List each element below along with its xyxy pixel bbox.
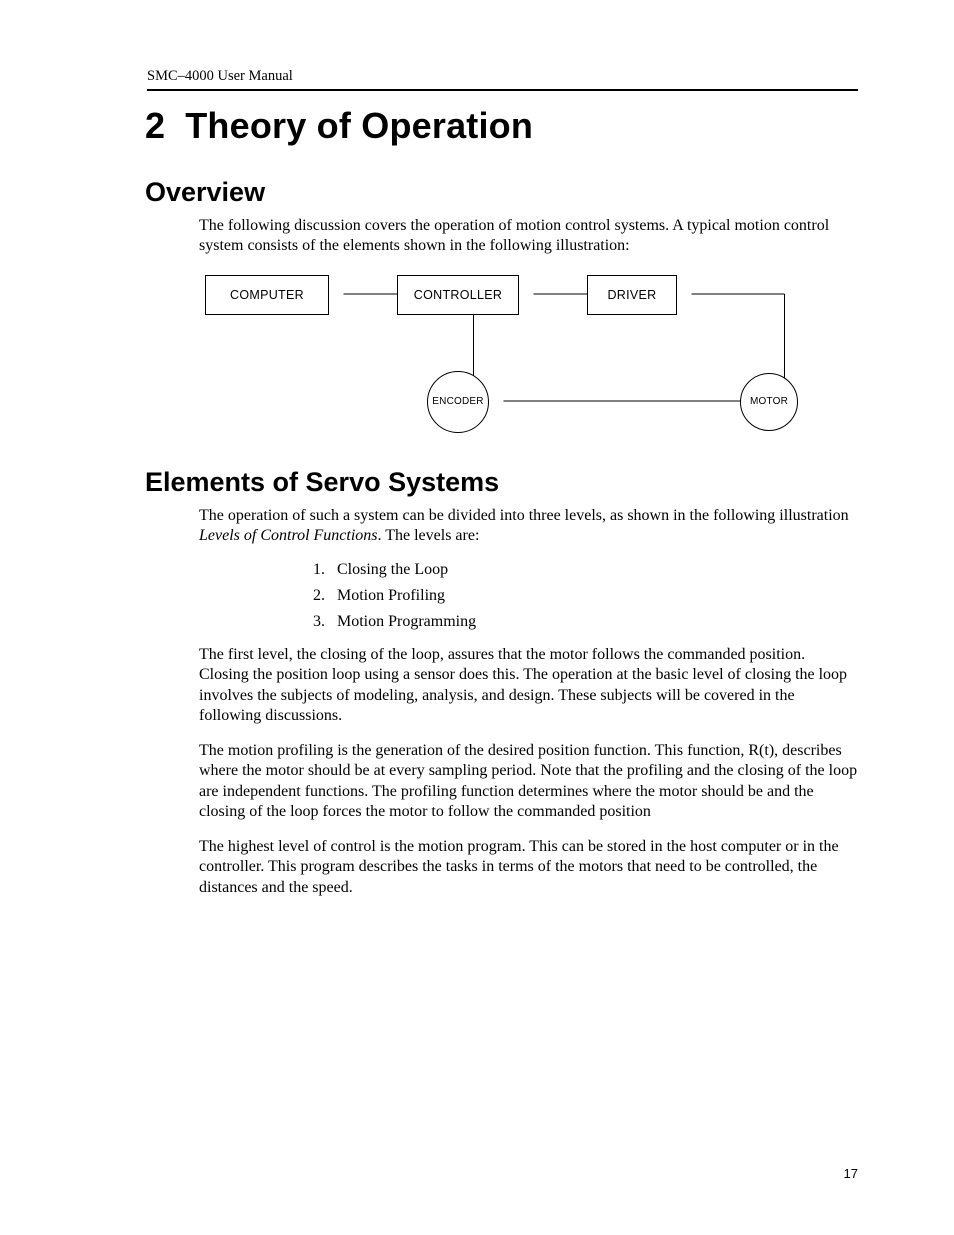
list-item: 2. Motion Profiling <box>313 587 858 605</box>
levels-list: 1. Closing the Loop 2. Motion Profiling … <box>313 561 858 631</box>
levels-item-2: Motion Profiling <box>337 587 445 604</box>
levels-item-1: Closing the Loop <box>337 561 448 578</box>
servo-para-1b: Levels of Control Functions <box>199 527 378 544</box>
list-item: 3. Motion Programming <box>313 613 858 631</box>
diagram-box-computer: COMPUTER <box>205 275 329 315</box>
servo-para-1a: The operation of such a system can be di… <box>199 507 849 524</box>
diagram-box-driver: DRIVER <box>587 275 677 315</box>
page-number: 17 <box>844 1166 858 1181</box>
servo-para-3: The motion profiling is the generation o… <box>199 741 858 823</box>
servo-body: The operation of such a system can be di… <box>199 506 858 898</box>
diagram-circle-motor: MOTOR <box>740 373 798 431</box>
section-servo-heading: Elements of Servo Systems <box>145 467 858 498</box>
chapter-title: 2 Theory of Operation <box>145 105 858 147</box>
list-item: 1. Closing the Loop <box>313 561 858 579</box>
servo-para-1: The operation of such a system can be di… <box>199 506 858 547</box>
section-overview-heading: Overview <box>145 177 858 208</box>
block-diagram: COMPUTER CONTROLLER DRIVER ENCODER MOTOR <box>205 271 858 441</box>
overview-para-1: The following discussion covers the oper… <box>199 216 858 257</box>
chapter-number: 2 <box>145 105 165 147</box>
levels-item-3: Motion Programming <box>337 613 476 630</box>
diagram-circle-encoder: ENCODER <box>427 371 489 433</box>
overview-body: The following discussion covers the oper… <box>199 216 858 441</box>
diagram-box-controller: CONTROLLER <box>397 275 519 315</box>
servo-para-4: The highest level of control is the moti… <box>199 837 858 898</box>
servo-para-2: The first level, the closing of the loop… <box>199 645 858 727</box>
page: SMC–4000 User Manual 2 Theory of Operatio… <box>0 0 954 1235</box>
servo-para-1c: . The levels are: <box>378 527 480 544</box>
running-head: SMC–4000 User Manual <box>147 68 858 91</box>
chapter-name: Theory of Operation <box>185 105 533 146</box>
